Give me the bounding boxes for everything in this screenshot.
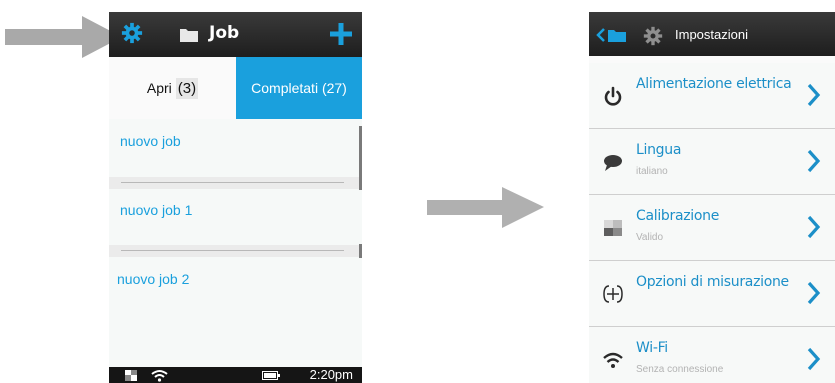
settings-gear-icon	[643, 26, 663, 46]
list-item[interactable]: nuovo job	[109, 119, 362, 177]
settings-item-value: italiano	[636, 166, 668, 177]
job-name: nuovo job 1	[120, 202, 193, 218]
status-bar: 2:20pm	[109, 367, 362, 383]
folder-icon	[608, 30, 626, 42]
page-title: Impostazioni	[675, 27, 748, 42]
wifi-icon	[151, 370, 168, 382]
divider	[109, 177, 362, 189]
pointer-arrow-icon	[5, 16, 122, 58]
power-icon	[604, 86, 622, 106]
back-icon[interactable]	[596, 28, 606, 42]
scrollbar-segment	[359, 244, 362, 258]
settings-item-label: Alimentazione elettrica	[636, 76, 792, 92]
settings-gear-icon[interactable]	[121, 22, 143, 44]
job-list: nuovo job nuovo job 1 nuovo job 2	[109, 119, 362, 367]
chevron-right-icon	[807, 215, 821, 239]
tab-open-label: Apri	[146, 80, 172, 96]
settings-screen: Impostazioni Alimentazione elettrica Lin…	[589, 12, 835, 383]
settings-item-language[interactable]: Lingua italiano	[589, 129, 835, 195]
measurement-options-icon	[603, 285, 623, 303]
settings-item-label: Calibrazione	[636, 208, 720, 224]
chevron-right-icon	[807, 83, 821, 107]
add-job-button[interactable]	[330, 23, 352, 45]
tab-open[interactable]: Apri (3)	[109, 57, 236, 119]
settings-item-calibration[interactable]: Calibrazione Valido	[589, 195, 835, 261]
settings-item-power[interactable]: Alimentazione elettrica	[589, 63, 835, 129]
divider	[109, 245, 362, 257]
tab-open-count: (3)	[175, 77, 199, 99]
battery-icon	[262, 371, 280, 380]
list-item[interactable]: nuovo job 1	[109, 189, 362, 245]
chevron-right-icon	[807, 347, 821, 371]
top-bar: Impostazioni	[589, 12, 835, 56]
clock: 2:20pm	[309, 367, 353, 382]
list-item[interactable]: nuovo job 2	[109, 257, 362, 367]
settings-item-value: Valido	[636, 232, 664, 243]
settings-item-label: Wi-Fi	[636, 340, 668, 356]
job-name: nuovo job	[120, 133, 181, 149]
scrollbar[interactable]	[359, 126, 362, 190]
top-bar: Job	[109, 12, 362, 57]
speech-bubble-icon	[604, 155, 622, 171]
tab-completed-label: Completati (27)	[251, 80, 347, 96]
page-title: Job	[209, 23, 240, 43]
settings-item-measurement-options[interactable]: Opzioni di misurazione	[589, 261, 835, 327]
app-grid-icon	[125, 370, 137, 381]
chevron-right-icon	[807, 281, 821, 305]
settings-item-label: Lingua	[636, 142, 682, 158]
job-name: nuovo job 2	[117, 271, 190, 287]
settings-item-wifi[interactable]: Wi-Fi Senza connessione	[589, 327, 835, 383]
chevron-right-icon	[807, 149, 821, 173]
calibration-icon	[604, 220, 622, 236]
folder-icon	[180, 29, 198, 42]
settings-item-label: Opzioni di misurazione	[636, 274, 789, 290]
settings-item-value: Senza connessione	[636, 364, 724, 375]
wifi-icon	[603, 352, 623, 368]
job-screen: Job Apri (3) Completati (27) nuovo job n…	[109, 12, 362, 383]
transition-arrow-icon	[427, 187, 544, 228]
tab-completed[interactable]: Completati (27)	[236, 57, 362, 119]
